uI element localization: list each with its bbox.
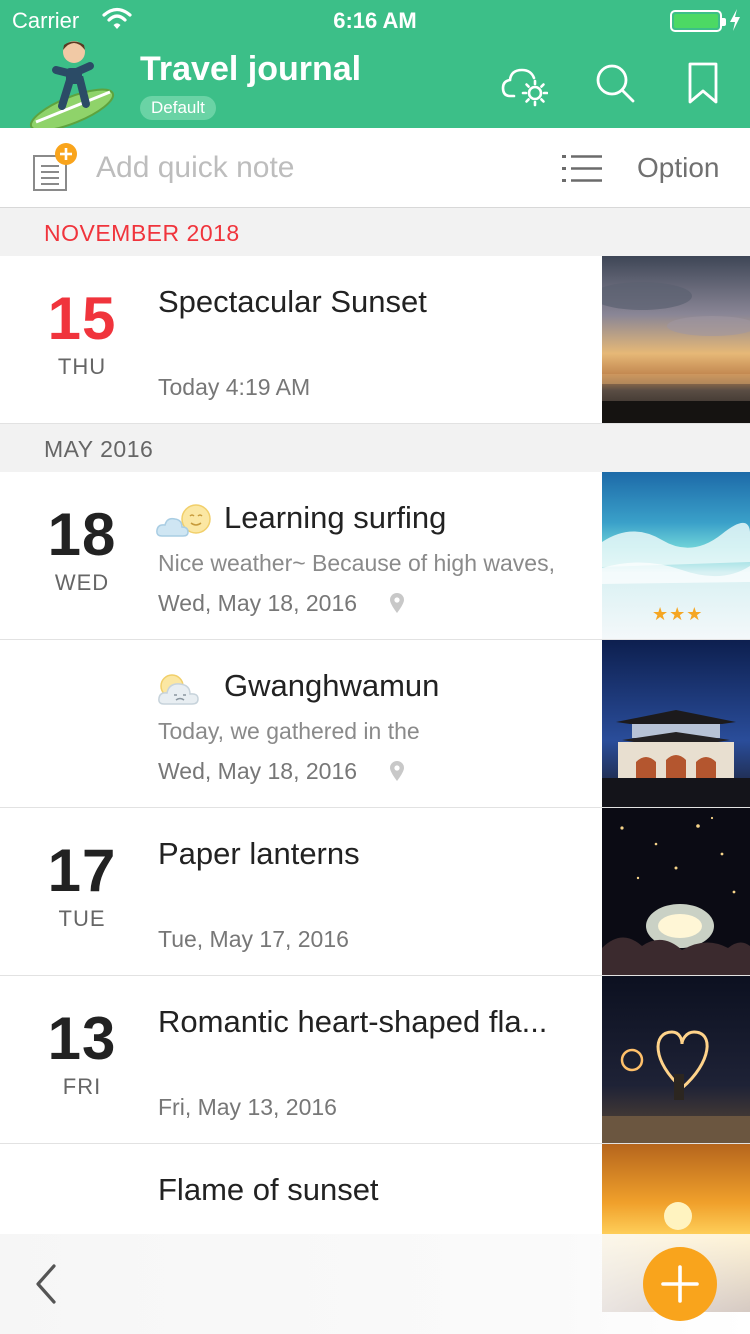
heart-sparkler-photo (602, 976, 750, 1144)
entry-title: Spectacular Sunset (158, 284, 427, 319)
entry-title: Paper lanterns (158, 836, 360, 871)
add-note-icon[interactable] (32, 142, 82, 194)
entry-weekday: FRI (62, 1074, 102, 1099)
entry-date: Wed, May 18, 2016 (158, 590, 358, 616)
cloud-settings-icon[interactable] (500, 60, 548, 108)
section-header-november-2018: NOVEMBER 2018 (0, 208, 750, 256)
clock: 6:16 AM (333, 8, 417, 33)
bottom-toolbar (0, 1234, 750, 1334)
sunset-beach-photo (602, 256, 750, 424)
journal-entry[interactable]: 13 FRI Romantic heart-shaped fla... Fri,… (0, 976, 750, 1144)
entry-weekday: TUE (58, 906, 106, 931)
journal-entry[interactable]: 17 TUE Paper lanterns Tue, May 17, 2016 (0, 808, 750, 976)
sun-cloud-icon (156, 504, 211, 537)
lanterns-night-photo (602, 808, 750, 976)
location-pin-icon (390, 761, 404, 781)
list-view-icon[interactable] (560, 152, 604, 186)
journal-entry[interactable]: Gwanghwamun Today, we gathered in the We… (0, 640, 750, 808)
entry-day: 17 (47, 837, 117, 904)
entry-date: Today 4:19 AM (158, 374, 311, 400)
bookmark-icon[interactable] (680, 60, 728, 108)
ocean-waves-photo: ★★★ (602, 472, 750, 640)
entry-title: Learning surfing (224, 500, 447, 535)
entry-date: Fri, May 13, 2016 (158, 1094, 337, 1120)
chevron-left-icon[interactable] (30, 1262, 66, 1306)
battery-icon (670, 10, 726, 32)
quick-note-input[interactable] (96, 148, 516, 188)
charging-icon (730, 9, 740, 31)
entry-day: 18 (47, 501, 117, 568)
entry-date: Tue, May 17, 2016 (158, 926, 349, 952)
section-label: NOVEMBER 2018 (44, 220, 240, 246)
search-icon[interactable] (592, 60, 640, 108)
journal-entry[interactable]: 15 THU Spectacular Sunset Today 4:19 AM (0, 256, 750, 424)
entry-title: Romantic heart-shaped fla... (158, 1004, 548, 1039)
journal-entry[interactable]: 18 WED Learning surfing Nice weather~ Be… (0, 472, 750, 640)
app-header: Carrier 6:16 AM Travel journal Default (0, 0, 750, 128)
entry-excerpt: Today, we gathered in the (158, 718, 420, 744)
journal-title[interactable]: Travel journal (140, 50, 361, 89)
section-label: MAY 2016 (44, 436, 154, 462)
journal-badge: Default (140, 96, 216, 120)
sun-cloud-face-icon (158, 674, 199, 705)
gwanghwamun-gate-photo (602, 640, 750, 808)
status-bar: Carrier 6:16 AM (0, 0, 750, 40)
entry-weekday: THU (57, 354, 107, 379)
quick-note-bar: Option (0, 128, 750, 208)
option-button[interactable]: Option (637, 152, 720, 184)
plus-icon (661, 1265, 699, 1303)
entry-weekday: WED (54, 570, 110, 595)
entry-day: 13 (47, 1005, 117, 1072)
entry-date: Wed, May 18, 2016 (158, 758, 358, 784)
location-pin-icon (390, 593, 404, 613)
entry-title: Gwanghwamun (224, 668, 440, 703)
surfer-avatar-icon (29, 41, 115, 128)
rating-stars: ★★★ (652, 604, 704, 624)
entry-excerpt: Nice weather~ Because of high waves, (158, 550, 555, 576)
entry-day: 15 (47, 285, 117, 352)
add-entry-button[interactable] (643, 1247, 717, 1321)
section-header-may-2016: MAY 2016 (0, 424, 750, 472)
entry-title: Flame of sunset (158, 1172, 379, 1207)
